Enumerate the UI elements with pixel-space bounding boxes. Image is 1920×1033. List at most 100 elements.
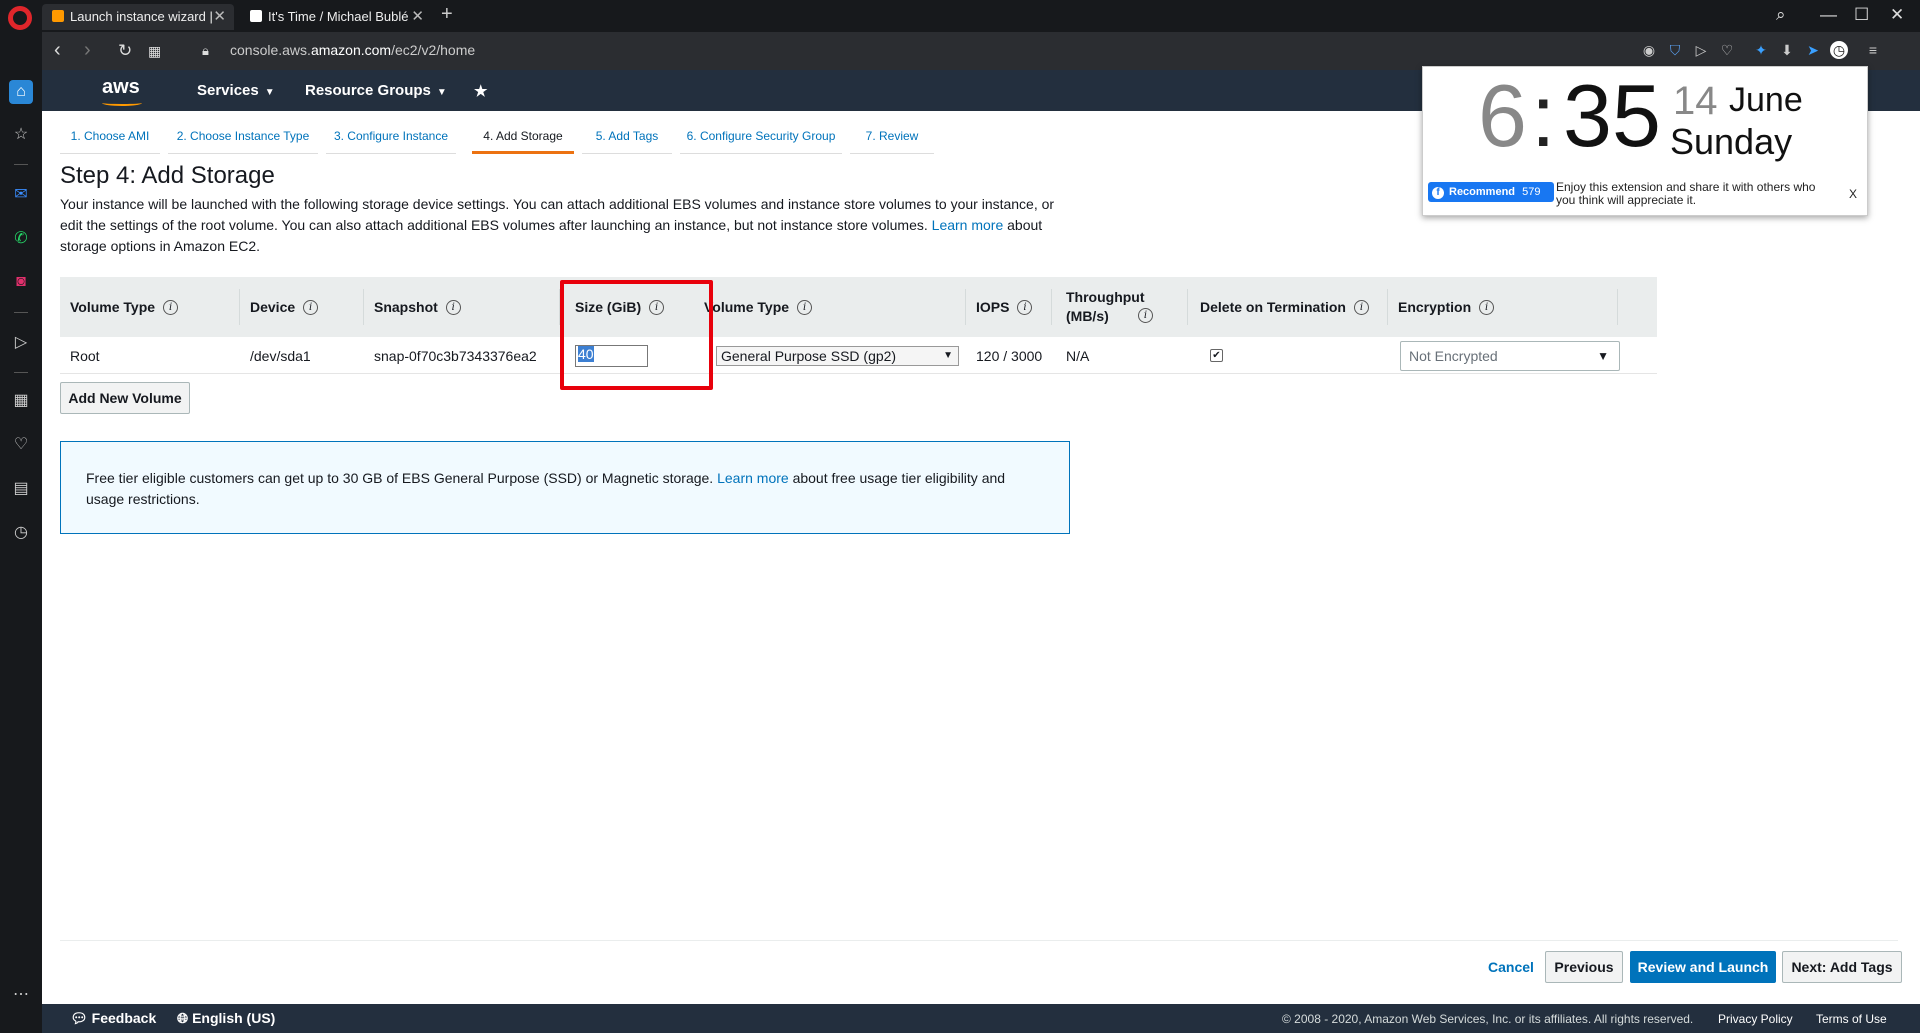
table-row: Root /dev/sda1 snap-0f70c3b7343376ea2 40… xyxy=(60,337,1657,374)
instagram-icon[interactable]: ◙ xyxy=(9,270,33,294)
speed-dial-icon[interactable]: ▦ xyxy=(9,388,33,412)
col-snapshot: Snapshot i xyxy=(364,277,560,337)
clock-message: Enjoy this extension and share it with o… xyxy=(1556,180,1816,207)
camera-icon[interactable]: ◉ xyxy=(1640,41,1658,59)
info-icon[interactable]: i xyxy=(163,299,179,315)
step-configure-instance[interactable]: 3. Configure Instance xyxy=(326,124,456,154)
free-tier-learn-more-link[interactable]: Learn more xyxy=(717,470,789,486)
lock-icon: 🔒︎ xyxy=(202,43,209,58)
sidebar-divider xyxy=(14,312,28,313)
step-configure-security-group[interactable]: 6. Configure Security Group xyxy=(680,124,842,154)
info-icon[interactable]: i xyxy=(1353,299,1369,315)
language-selector[interactable]: 🌐︎ English (US) xyxy=(177,1010,275,1027)
minimize-icon[interactable]: — xyxy=(1820,5,1837,25)
info-icon[interactable]: i xyxy=(445,299,461,315)
cell-throughput: N/A xyxy=(1066,347,1090,364)
send-icon[interactable]: ▷ xyxy=(9,330,33,354)
table-header: Volume Type i Device i Snapshot i Size (GiB… xyxy=(60,277,1657,337)
encryption-cell: Not Encrypted ▼ xyxy=(1390,337,1620,374)
info-icon[interactable]: i xyxy=(303,299,319,315)
opera-sidebar: ⌂ ☆ ✉ ✆ ◙ ▷ ▦ ♡ ▤ ◷ ⋯ xyxy=(0,32,42,1033)
whatsapp-icon[interactable]: ✆ xyxy=(9,226,33,250)
home-icon[interactable]: ⌂ xyxy=(9,80,33,104)
music-favicon-icon xyxy=(250,10,262,22)
col-volume-type: Volume Type i xyxy=(60,277,240,337)
info-icon[interactable]: i xyxy=(797,299,813,315)
close-tab-icon[interactable]: ✕ xyxy=(411,4,424,30)
forward-icon[interactable]: › xyxy=(84,39,91,62)
main-content: Step 4: Add Storage Your instance will b… xyxy=(60,162,1660,257)
step-add-storage[interactable]: 4. Add Storage xyxy=(472,124,574,154)
sidebar-divider xyxy=(14,372,28,373)
extension-icon[interactable]: ✦ xyxy=(1752,41,1770,59)
step-choose-ami[interactable]: 1. Choose AMI xyxy=(60,124,160,154)
terms-of-use-link[interactable]: Terms of Use xyxy=(1816,1012,1887,1026)
new-tab-button[interactable]: + xyxy=(441,3,453,26)
review-and-launch-button[interactable]: Review and Launch xyxy=(1630,951,1776,983)
cell-device: /dev/sda1 xyxy=(250,347,311,364)
more-icon[interactable]: ⋯ xyxy=(9,982,33,1006)
step-add-tags[interactable]: 5. Add Tags xyxy=(582,124,672,154)
ebs-type-cell: General Purpose SSD (gp2) ▼ xyxy=(716,337,959,374)
col-throughput: Throughput (MB/s) i xyxy=(1056,277,1188,337)
clock-weekday: Sunday xyxy=(1670,121,1793,162)
messenger-icon[interactable]: ✉ xyxy=(9,182,33,206)
search-tabs-icon[interactable]: ⌕ xyxy=(1776,5,1786,25)
clock-hour: 6 xyxy=(1478,66,1527,165)
speech-bubble-icon: 💬︎ xyxy=(70,1010,92,1026)
col-ebs-volume-type: Volume Type i xyxy=(704,277,966,337)
back-icon[interactable]: ‹ xyxy=(54,39,61,62)
close-tab-icon[interactable]: ✕ xyxy=(213,4,226,30)
copyright-text: © 2008 - 2020, Amazon Web Services, Inc.… xyxy=(1282,1012,1694,1026)
clock-close-button[interactable]: X xyxy=(1849,187,1857,201)
speed-dial-icon[interactable]: ▦ xyxy=(148,43,161,60)
menu-icon[interactable]: ≡ xyxy=(1864,41,1882,59)
shield-icon[interactable]: ⛉ xyxy=(1666,41,1684,59)
news-icon[interactable]: ▤ xyxy=(9,476,33,500)
encryption-select[interactable]: Not Encrypted ▼ xyxy=(1400,340,1620,371)
aws-logo[interactable]: aws xyxy=(102,76,142,106)
chevron-down-icon: ▼ xyxy=(264,87,275,98)
bookmark-star-icon[interactable]: ☆ xyxy=(9,122,33,146)
feedback-link[interactable]: 💬︎ Feedback xyxy=(70,1010,156,1027)
cell-iops: 120 / 3000 xyxy=(976,347,1043,364)
privacy-policy-link[interactable]: Privacy Policy xyxy=(1718,1012,1793,1026)
download-icon[interactable]: ⬇ xyxy=(1778,41,1796,59)
tab-launch-wizard[interactable]: Launch instance wizard | ✕ xyxy=(42,4,234,30)
send-icon[interactable]: ▷ xyxy=(1692,41,1710,59)
aws-smile-icon xyxy=(102,100,142,106)
action-divider xyxy=(60,940,1898,941)
pin-icon[interactable]: ★ xyxy=(474,82,487,100)
opera-logo-icon[interactable] xyxy=(8,6,32,30)
close-window-icon[interactable]: ✕ xyxy=(1890,5,1904,25)
info-icon[interactable]: i xyxy=(1017,299,1033,315)
maximize-icon[interactable]: ☐ xyxy=(1854,5,1869,25)
clock-extension-icon[interactable]: ◷ xyxy=(1830,41,1848,59)
step-choose-instance-type[interactable]: 2. Choose Instance Type xyxy=(168,124,318,154)
col-encryption: Encryption i xyxy=(1388,277,1618,337)
heart-icon[interactable]: ♡ xyxy=(9,432,33,456)
history-icon[interactable]: ◷ xyxy=(9,520,33,544)
delete-on-termination-checkbox[interactable]: ✔ xyxy=(1210,349,1223,362)
red-highlight-box xyxy=(560,280,713,390)
col-device: Device i xyxy=(240,277,364,337)
resource-groups-menu[interactable]: Resource Groups ▼ xyxy=(305,82,447,99)
telegram-icon[interactable]: ➤ xyxy=(1804,41,1822,59)
previous-button[interactable]: Previous xyxy=(1545,951,1623,983)
info-icon[interactable]: i xyxy=(1479,299,1495,315)
services-menu[interactable]: Services ▼ xyxy=(197,82,275,99)
recommend-button[interactable]: f Recommend 579 xyxy=(1428,182,1554,202)
tab-music[interactable]: It's Time / Michael Bublé ✕ xyxy=(240,4,432,30)
url-field[interactable]: console.aws.amazon.com/ec2/v2/home xyxy=(230,42,475,58)
step-review[interactable]: 7. Review xyxy=(850,124,934,154)
page-description: Your instance will be launched with the … xyxy=(60,196,1055,254)
aws-favicon-icon xyxy=(52,10,64,22)
volume-type-select[interactable]: General Purpose SSD (gp2) ▼ xyxy=(716,345,959,366)
next-add-tags-button[interactable]: Next: Add Tags xyxy=(1782,951,1902,983)
info-icon[interactable]: i xyxy=(1138,307,1153,323)
heart-icon[interactable]: ♡ xyxy=(1718,41,1736,59)
reload-icon[interactable]: ↻ xyxy=(118,41,132,61)
cancel-button[interactable]: Cancel xyxy=(1480,951,1542,983)
add-new-volume-button[interactable]: Add New Volume xyxy=(60,382,190,414)
learn-more-link[interactable]: Learn more xyxy=(932,217,1004,233)
